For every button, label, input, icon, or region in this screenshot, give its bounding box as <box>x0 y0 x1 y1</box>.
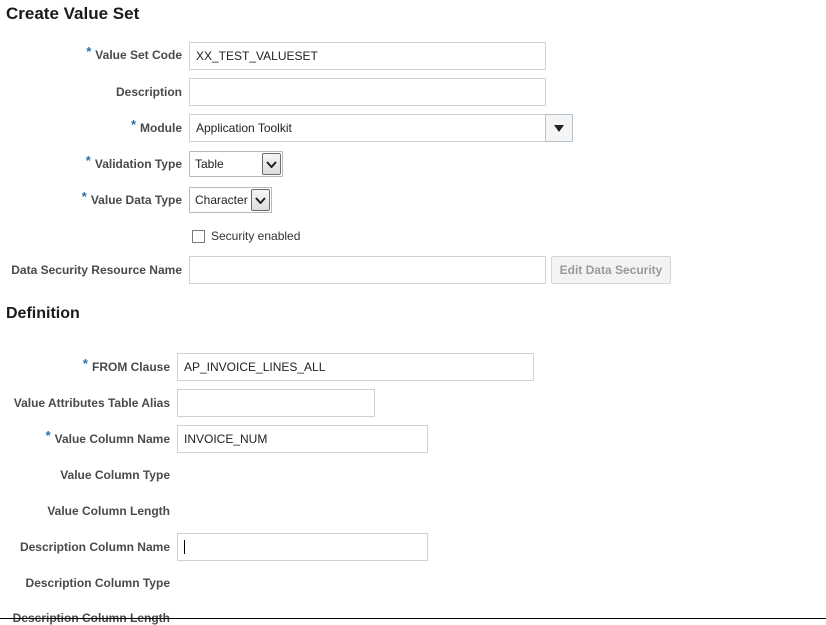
value-column-name-input[interactable]: INVOICE_NUM <box>177 425 428 453</box>
value-set-code-input[interactable]: XX_TEST_VALUESET <box>189 42 546 70</box>
data-security-resource-name-input[interactable] <box>189 256 546 284</box>
chevron-down-icon <box>554 124 564 132</box>
window-bottom-edge <box>0 618 826 619</box>
chevron-down-icon <box>262 153 281 175</box>
text-cursor <box>184 540 185 554</box>
security-enabled-checkbox[interactable] <box>192 230 205 243</box>
module-input[interactable]: Application Toolkit <box>189 114 546 142</box>
security-enabled-label: Security enabled <box>211 229 301 243</box>
module-dropdown-button[interactable] <box>545 114 573 142</box>
value-column-name-label: * Value Column Name <box>45 428 170 447</box>
edit-data-security-button[interactable]: Edit Data Security <box>551 256 671 284</box>
from-clause-label: * FROM Clause <box>82 356 170 375</box>
description-input[interactable] <box>189 78 546 106</box>
definition-labels: * FROM Clause Value Attributes Table Alia… <box>0 0 170 625</box>
required-indicator: * <box>82 356 88 371</box>
value-column-type-label: Value Column Type <box>60 468 170 482</box>
from-clause-input[interactable]: AP_INVOICE_LINES_ALL <box>177 353 534 381</box>
value-attributes-table-alias-label: Value Attributes Table Alias <box>13 396 170 410</box>
value-column-length-label: Value Column Length <box>47 504 170 518</box>
value-attributes-table-alias-input[interactable] <box>177 389 375 417</box>
chevron-down-icon <box>251 189 270 211</box>
description-column-name-input[interactable] <box>177 533 428 561</box>
description-column-name-label: Description Column Name <box>19 540 170 554</box>
description-column-type-label: Description Column Type <box>25 576 170 590</box>
value-data-type-select[interactable]: Character <box>189 187 272 213</box>
validation-type-select[interactable]: Table <box>189 151 283 177</box>
required-indicator: * <box>45 428 51 443</box>
